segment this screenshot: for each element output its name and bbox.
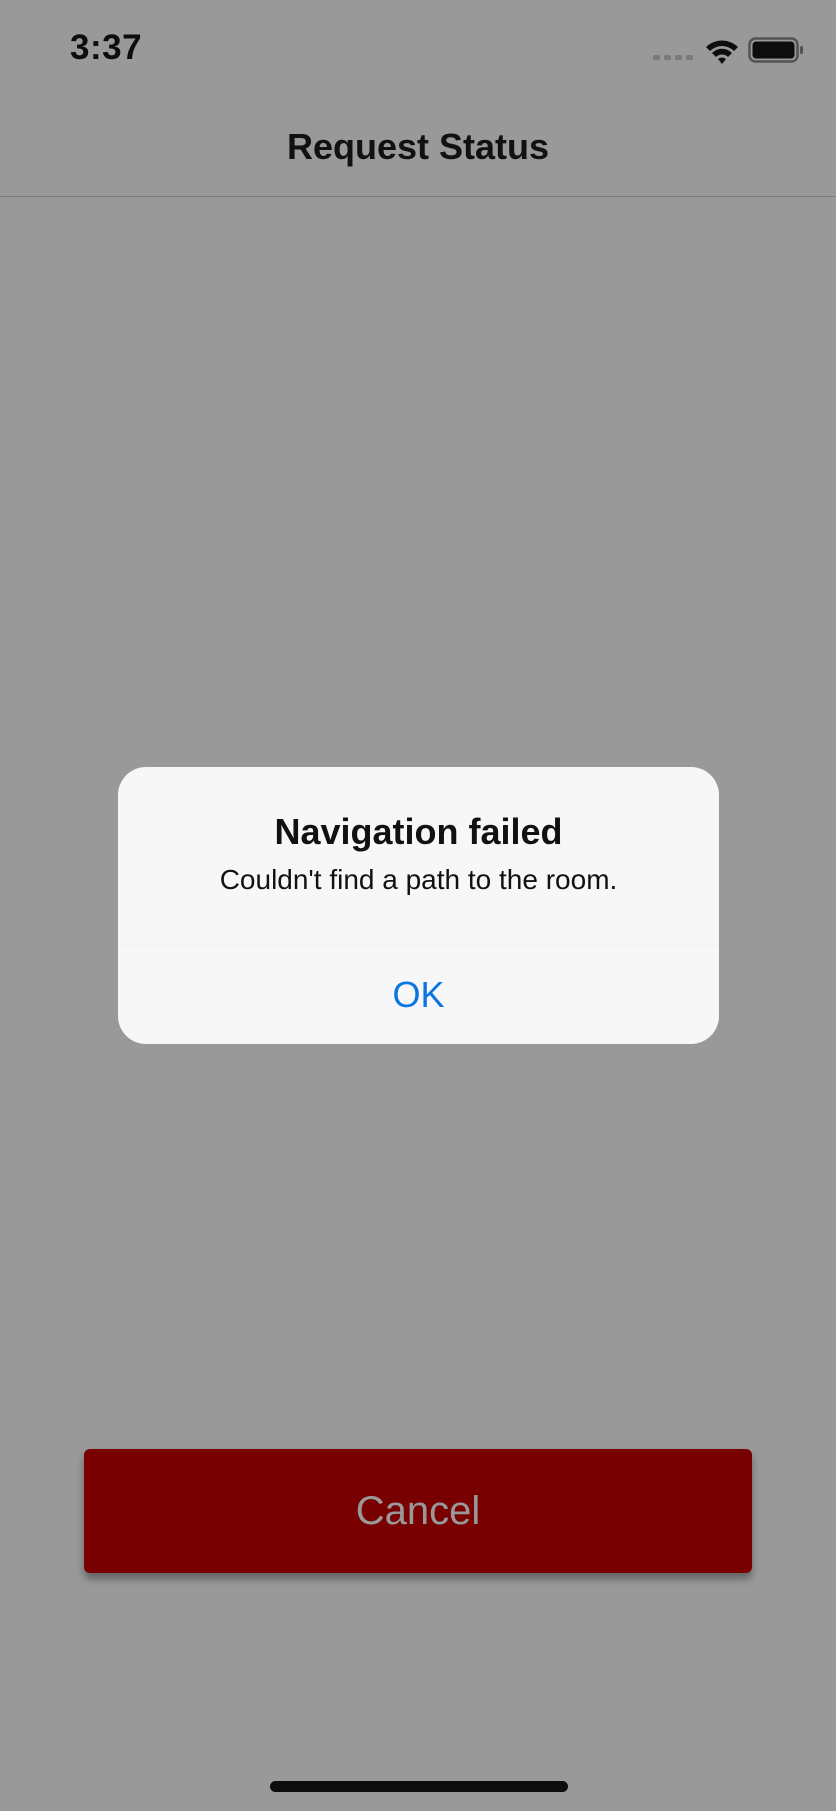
status-bar: 3:37 <box>0 0 836 100</box>
page-title: Request Status <box>286 126 550 167</box>
ok-button[interactable]: OK <box>118 946 719 1044</box>
alert-title: Navigation failed <box>274 811 563 852</box>
cancel-button[interactable]: Cancel <box>84 1449 752 1573</box>
alert-dialog: Navigation failed Couldn't find a path t… <box>118 767 719 1044</box>
status-time: 3:37 <box>70 28 143 67</box>
wifi-icon <box>706 40 738 64</box>
home-indicator[interactable] <box>270 1781 568 1792</box>
signal-icon <box>653 55 693 60</box>
alert-message: Couldn't find a path to the room. <box>219 864 618 895</box>
battery-icon <box>748 37 803 63</box>
navigation-bar: Request Status <box>0 100 836 197</box>
